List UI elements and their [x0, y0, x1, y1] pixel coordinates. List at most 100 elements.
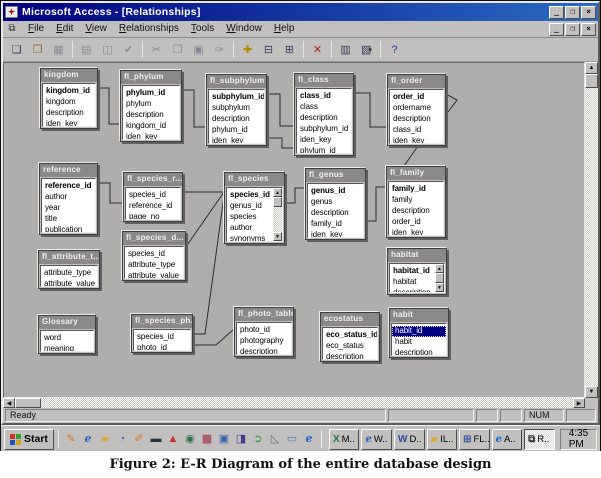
field-description[interactable]: description	[308, 208, 363, 219]
field-habit[interactable]: habit	[392, 337, 446, 348]
dropdown-arrow-icon[interactable]: ▾	[368, 46, 372, 54]
folder-icon[interactable]: ▰	[97, 431, 113, 447]
entity-habit[interactable]: habithabit_idhabitdescription	[389, 308, 449, 358]
entity-reference[interactable]: referencereference_idauthoryeartitlepubl…	[39, 163, 98, 235]
entity-scrollbar[interactable]: ▲▼	[273, 188, 282, 241]
relationship-line-fl_species-fl_species_ph[interactable]	[193, 196, 224, 334]
field-synonyms[interactable]: synonyms	[227, 234, 273, 242]
paste-button[interactable]: ▣	[188, 40, 209, 60]
quicktime-icon[interactable]: ◔	[114, 431, 130, 447]
field-reference_id[interactable]: reference_id	[126, 201, 180, 212]
entity-title[interactable]: fl_species	[225, 173, 284, 186]
tv-icon[interactable]: ◨	[233, 431, 249, 447]
field-eco_status[interactable]: eco_status	[323, 341, 377, 352]
pen-icon[interactable]: ✐	[131, 431, 147, 447]
taskbar-button-D[interactable]: WD..	[394, 429, 425, 450]
vertical-scrollbar[interactable]: ▲ ▼	[585, 62, 598, 398]
field-subphylum_id[interactable]: subphylum_id	[209, 92, 264, 103]
relationship-line-fl_genus-fl_family[interactable]	[366, 187, 386, 221]
field-family[interactable]: family	[389, 195, 443, 206]
field-photo_id[interactable]: photo_id	[134, 343, 190, 351]
entity-fl_species_ph[interactable]: fl_species_ph...species_idphoto_id	[131, 314, 193, 353]
relationship-line-fl_photo_table-fl_species_ph[interactable]	[193, 329, 234, 345]
field-class_id[interactable]: class_id	[297, 91, 351, 102]
field-description[interactable]: description	[389, 206, 443, 217]
field-description[interactable]: description	[43, 108, 95, 119]
window-minimize-button[interactable]: _	[549, 6, 564, 19]
field-description[interactable]: description	[123, 110, 179, 121]
spelling-button[interactable]: ✔	[118, 40, 139, 60]
child-window-minimize-button[interactable]: _	[549, 23, 564, 36]
taskbar-button-W[interactable]: eW..	[361, 429, 392, 450]
field-iden_key[interactable]: iden_key	[390, 136, 443, 144]
field-species_id[interactable]: species_id	[134, 332, 190, 343]
scroll-left-icon[interactable]: ◀	[3, 398, 15, 408]
entity-fl_order[interactable]: fl_orderorder_idordernamedescriptionclas…	[387, 74, 446, 146]
entity-title[interactable]: ecostatus	[321, 313, 379, 326]
show-all-relationships-button[interactable]: ⊞	[279, 40, 300, 60]
taskbar-button-IL[interactable]: ▰IL..	[427, 429, 458, 450]
field-iden_key[interactable]: iden_key	[297, 135, 351, 146]
menu-relationships[interactable]: Relationships	[113, 22, 185, 36]
entity-kingdom[interactable]: kingdomkingdom_idkingdomdescriptioniden_…	[40, 68, 98, 129]
vertical-scroll-thumb[interactable]	[585, 74, 598, 88]
taskbar-button-M[interactable]: XM..	[329, 429, 360, 450]
field-iden_key[interactable]: iden_key	[389, 228, 443, 236]
entity-title[interactable]: Glossary	[39, 316, 95, 329]
relationship-line-fl_order-fl_order[interactable]	[446, 94, 457, 112]
field-subphylum_id[interactable]: subphylum_id	[297, 124, 351, 135]
ie-icon[interactable]: e	[80, 431, 96, 447]
entity-fl_genus[interactable]: fl_genusgenus_idgenusdescriptionfamily_i…	[305, 168, 366, 240]
field-species[interactable]: species	[227, 212, 273, 223]
child-window-close-button[interactable]: ×	[581, 23, 596, 36]
field-eco_status_id[interactable]: eco_status_id	[323, 330, 377, 341]
entity-Glossary[interactable]: Glossarywordmeaning	[38, 315, 96, 354]
field-habit_id[interactable]: habit_id	[392, 326, 446, 337]
wordpad-icon[interactable]: ✎	[63, 431, 79, 447]
notes-icon[interactable]: ◺	[267, 431, 283, 447]
entity-fl_species_r[interactable]: fl_species_r...species_idreference_idpag…	[123, 172, 183, 222]
entity-title[interactable]: fl_photo_table	[235, 308, 293, 321]
field-attribute_type[interactable]: attribute_type	[41, 268, 97, 279]
acrobat-icon[interactable]: ▲	[165, 431, 181, 447]
window-close-button[interactable]: ×	[581, 6, 596, 19]
entity-fl_class[interactable]: fl_classclass_idclassdescriptionsubphylu…	[294, 73, 354, 156]
paint-icon[interactable]: ▩	[199, 431, 215, 447]
field-genus_id[interactable]: genus_id	[308, 186, 363, 197]
entity-title[interactable]: habit	[390, 309, 448, 322]
menu-window[interactable]: Window	[220, 22, 268, 36]
field-description[interactable]: description	[297, 113, 351, 124]
entity-title[interactable]: habitat	[388, 249, 446, 262]
horizontal-scroll-thumb[interactable]	[15, 398, 41, 408]
taskbar-button-A[interactable]: eA..	[492, 429, 523, 450]
entity-fl_phylum[interactable]: fl_phylumphylum_idphylumdescriptionkingd…	[120, 70, 182, 142]
scroll-down-icon[interactable]: ▼	[585, 386, 598, 398]
field-attribute_value[interactable]: attribute_value	[125, 271, 183, 279]
scroll-up-icon[interactable]: ▲	[273, 188, 282, 197]
field-kingdom[interactable]: kingdom	[43, 97, 95, 108]
entity-title[interactable]: reference	[40, 164, 97, 177]
field-photo_id[interactable]: photo_id	[237, 325, 291, 336]
entity-ecostatus[interactable]: ecostatuseco_status_ideco_statusdescript…	[320, 312, 380, 362]
field-description[interactable]: description	[392, 348, 446, 356]
save-button[interactable]: ▦	[48, 40, 69, 60]
show-table-button[interactable]: ✚	[237, 40, 258, 60]
field-attribute_value[interactable]: attribute_value	[41, 279, 97, 287]
horizontal-scrollbar[interactable]: ◀ ▶	[3, 398, 585, 408]
field-subphylum[interactable]: subphylum	[209, 103, 264, 114]
entity-title[interactable]: fl_class	[295, 74, 353, 87]
entity-title[interactable]: kingdom	[41, 69, 97, 82]
entity-title[interactable]: fl_order	[388, 75, 445, 88]
relationship-line-fl_order-fl_family[interactable]	[404, 146, 418, 166]
field-publication[interactable]: publication	[42, 225, 95, 233]
office-assistant-button[interactable]: ?	[384, 40, 405, 60]
relationships-diagram[interactable]: kingdomkingdom_idkingdomdescriptioniden_…	[3, 62, 585, 398]
menu-view[interactable]: View	[79, 22, 113, 36]
field-genus[interactable]: genus	[308, 197, 363, 208]
field-iden_key[interactable]: iden_key	[209, 136, 264, 144]
window-restore-button[interactable]: ❐	[565, 6, 580, 19]
show-direct-relationships-button[interactable]: ⊟	[258, 40, 279, 60]
menu-file[interactable]: File	[22, 22, 50, 36]
entity-fl_attribute_t[interactable]: fl_attribute_t...attribute_typeattribute…	[38, 250, 100, 289]
field-order_id[interactable]: order_id	[389, 217, 443, 228]
